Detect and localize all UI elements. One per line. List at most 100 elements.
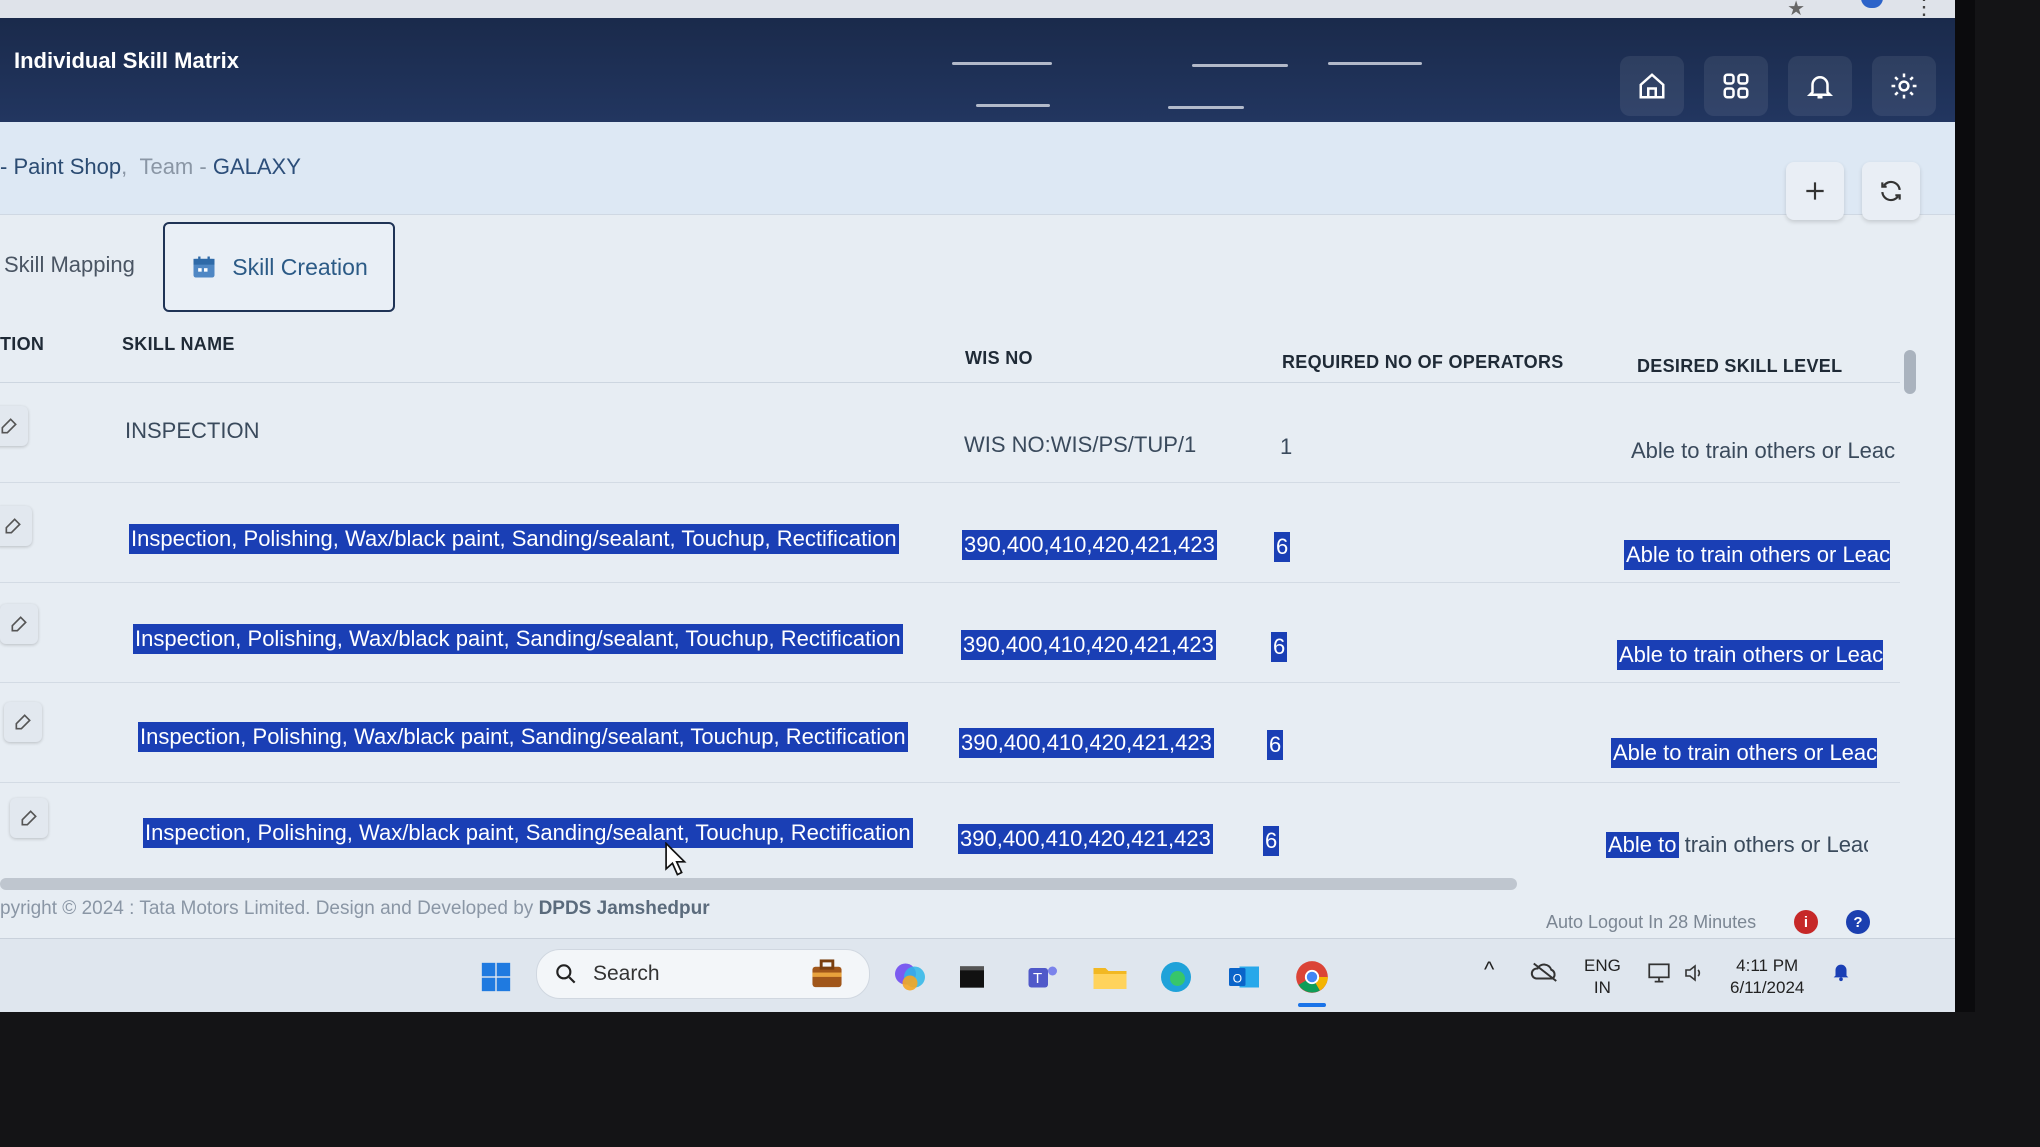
edit-icon [5,518,21,534]
col-skill-name: SKILL NAME [122,334,235,354]
help-badge[interactable]: ? [1846,910,1870,934]
home-button[interactable] [1620,56,1684,116]
breadcrumb-team-label: Team - [139,154,207,179]
breadcrumb: - Paint Shop, Team - GALAXY [0,154,301,180]
blurred-text [1328,62,1422,65]
breadcrumb-separator: , [121,154,128,179]
briefcase-icon [812,959,842,988]
calendar-icon [193,256,215,278]
edit-button[interactable] [0,406,28,446]
bell-icon [1806,76,1834,99]
desired-cell: Able to train others or Leac [1624,540,1890,570]
app-title: Individual Skill Matrix [14,48,239,73]
search-icon [556,964,576,984]
apps-button[interactable] [1704,56,1768,116]
table-row[interactable]: Inspection, Polishing, Wax/black paint, … [0,782,1900,860]
skill-name-cell: Inspection, Polishing, Wax/black paint, … [133,624,903,654]
required-cell: 6 [1274,532,1291,562]
plus-icon [1806,182,1824,200]
developer-name: DPDS Jamshedpur [538,898,710,919]
active-app-indicator [1298,1003,1326,1007]
add-button[interactable] [1786,162,1844,220]
skill-table: TION SKILL NAME WIS NO REQUIRED NO OF OP… [0,320,1900,860]
wis-no-cell: 390,400,410,420,421,423 [958,824,1213,854]
footer: pyright © 2024 : Tata Motors Limited. De… [0,890,1955,938]
copyright-text: pyright © 2024 : Tata Motors Limited. De… [0,898,534,919]
wis-no-cell: 390,400,410,420,421,423 [962,530,1217,560]
auto-logout-text: Auto Logout In 28 Minutes [1546,912,1757,932]
edge-icon[interactable] [1156,957,1196,997]
show-hidden-icons-icon[interactable]: ^ [1484,957,1494,983]
required-cell: 6 [1271,632,1288,662]
horizontal-scrollbar[interactable] [0,878,1517,890]
col-action: TION [0,334,45,354]
table-row[interactable]: Inspection, Polishing, Wax/black paint, … [0,482,1900,583]
taskbar-search-placeholder: Search [593,962,660,985]
notification-bell-icon[interactable] [1830,959,1852,988]
language-indicator[interactable]: ENG IN [1584,955,1621,999]
desired-cell: Able to train others or Leac [1631,438,1896,463]
settings-button[interactable] [1872,56,1936,116]
edit-icon [11,616,27,632]
tab-skill-creation-label: Skill Creation [232,253,368,280]
windows-taskbar: Search T O ^ ENG IN 4:11 PM 6/11/2024 [0,938,1955,1012]
windows-start-icon[interactable] [476,957,516,997]
required-cell: 1 [1280,434,1293,459]
copyright: pyright © 2024 : Tata Motors Limited. De… [0,898,710,920]
taskbar-search[interactable]: Search [536,949,870,999]
language-code: ENG [1584,956,1621,975]
file-explorer-icon[interactable] [1090,957,1130,997]
edit-button[interactable] [10,798,48,838]
tab-bar: Skill Mapping Skill Creation [0,222,1955,312]
settings-icon [1891,73,1917,99]
tab-skill-mapping[interactable]: Skill Mapping [4,252,135,278]
breadcrumb-bar: - Paint Shop, Team - GALAXY [0,122,1955,220]
edit-button[interactable] [4,702,42,742]
desired-cell: Able to train others or Leac [1611,738,1877,768]
edit-button[interactable] [0,506,32,546]
table-row[interactable]: Inspection, Polishing, Wax/black paint, … [0,682,1900,783]
desired-rest-part: train others or Leac [1678,832,1868,857]
skill-name-cell: Inspection, Polishing, Wax/black paint, … [138,722,908,752]
wis-no-cell: 390,400,410,420,421,423 [959,728,1214,758]
volume-icon[interactable] [1682,961,1706,990]
blurred-text [1168,106,1244,109]
col-desired-skill-level: DESIRED SKILL LEVEL [1637,356,1843,376]
edit-button[interactable] [0,604,38,644]
desired-cell: Able to train others or Leac [1606,832,1868,858]
grid-icon [1723,73,1749,99]
tab-skill-creation[interactable]: Skill Creation [163,222,395,312]
window-app-icon[interactable] [952,957,992,997]
table-row[interactable]: Inspection, Polishing, Wax/black paint, … [0,582,1900,683]
vertical-scrollbar[interactable] [1904,350,1916,394]
skill-name-cell: INSPECTION [125,418,260,443]
language-region: IN [1593,978,1611,997]
col-required-operators: REQUIRED NO OF OPERATORS [1282,352,1564,372]
mouse-cursor-icon [665,842,687,876]
refresh-button[interactable] [1862,162,1920,220]
clock-date: 6/11/2024 [1730,978,1805,997]
blurred-text [952,62,1052,65]
notifications-button[interactable] [1788,56,1852,116]
edit-icon [1,418,17,434]
profile-icon[interactable] [1861,0,1883,8]
app-header: Individual Skill Matrix [0,18,1955,122]
edit-icon [15,714,31,730]
network-icon[interactable] [1646,961,1672,990]
browser-menu-icon[interactable]: ⋮ [1913,0,1935,20]
outlook-icon[interactable]: O [1224,957,1264,997]
skill-name-cell: Inspection, Polishing, Wax/black paint, … [143,818,913,848]
clock[interactable]: 4:11 PM 6/11/2024 [1730,955,1804,999]
copilot-icon[interactable] [890,957,930,997]
info-badge[interactable]: i [1794,910,1818,934]
teams-icon[interactable]: T [1022,957,1062,997]
table-header: TION SKILL NAME WIS NO REQUIRED NO OF OP… [0,320,1900,383]
wis-no-cell: 390,400,410,420,421,423 [961,630,1216,660]
breadcrumb-shop-name: Paint Shop [13,154,122,179]
chrome-icon[interactable] [1292,957,1332,997]
blurred-text [1192,64,1288,67]
edit-icon [21,810,37,826]
onedrive-icon[interactable] [1530,959,1560,988]
table-row[interactable]: INSPECTION WIS NO:WIS/PS/TUP/1 1 Able to… [0,382,1900,483]
breadcrumb-shop: - [0,154,14,179]
